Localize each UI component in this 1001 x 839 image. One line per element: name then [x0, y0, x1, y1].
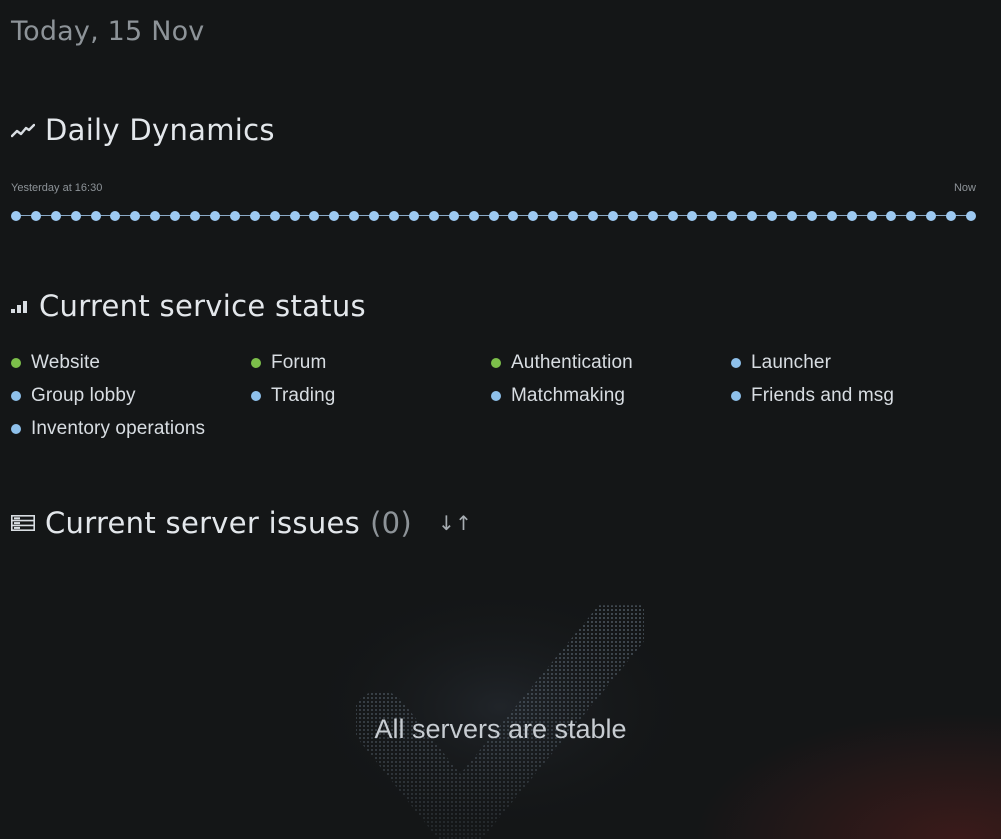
server-issues-title: Current server issues: [45, 506, 361, 540]
service-status-item: Trading: [251, 385, 491, 407]
service-status-item: Group lobby: [11, 385, 251, 407]
timeline-point[interactable]: [966, 211, 976, 221]
timeline-point[interactable]: [428, 211, 439, 221]
all-servers-stable-message: All servers are stable: [374, 714, 627, 744]
timeline-point[interactable]: [707, 211, 718, 221]
service-status-item: Launcher: [731, 352, 971, 374]
timeline-point[interactable]: [946, 211, 957, 221]
server-issues-count: (0): [370, 506, 413, 540]
timeline-point[interactable]: [190, 211, 201, 221]
timeline-point[interactable]: [110, 211, 121, 221]
service-name: Launcher: [751, 352, 832, 373]
timeline-point[interactable]: [90, 211, 101, 221]
timeline-point[interactable]: [389, 211, 400, 221]
server-list-icon: [11, 515, 35, 531]
timeline-point[interactable]: [170, 211, 181, 221]
timeline-point[interactable]: [906, 211, 917, 221]
timeline-point[interactable]: [11, 211, 21, 221]
timeline-point[interactable]: [130, 211, 141, 221]
timeline-point[interactable]: [687, 211, 698, 221]
sort-toggle-button[interactable]: ↓↑: [438, 511, 472, 535]
timeline-point[interactable]: [886, 211, 897, 221]
daily-dynamics-timeline: [11, 207, 976, 225]
timeline-point[interactable]: [568, 211, 579, 221]
status-page: Today, 15 Nov Daily Dynamics Yesterday a…: [0, 0, 1001, 839]
service-status-item: Forum: [251, 352, 491, 374]
service-name: Forum: [271, 352, 327, 373]
service-status-item: Friends and msg: [731, 385, 971, 407]
timeline-point[interactable]: [667, 211, 678, 221]
page-date: Today, 15 Nov: [11, 16, 205, 47]
timeline-labels: Yesterday at 16:30 Now: [11, 182, 976, 194]
service-status-item: Matchmaking: [491, 385, 731, 407]
service-status-item: Inventory operations: [11, 418, 251, 440]
service-name: Inventory operations: [31, 418, 206, 439]
timeline-point[interactable]: [50, 211, 61, 221]
timeline-point[interactable]: [468, 211, 479, 221]
timeline-point[interactable]: [727, 211, 738, 221]
timeline-point[interactable]: [587, 211, 598, 221]
timeline-point[interactable]: [926, 211, 937, 221]
timeline-point[interactable]: [786, 211, 797, 221]
timeline-point[interactable]: [826, 211, 837, 221]
timeline-point[interactable]: [229, 211, 240, 221]
status-indicator-dot: [731, 358, 741, 368]
service-name: Friends and msg: [751, 385, 895, 406]
timeline-point[interactable]: [209, 211, 220, 221]
service-name: Matchmaking: [511, 385, 626, 406]
timeline-point[interactable]: [249, 211, 260, 221]
server-issues-heading: Current server issues (0) ↓↑: [11, 506, 472, 540]
timeline-point[interactable]: [548, 211, 559, 221]
status-indicator-dot: [731, 391, 741, 401]
timeline-end-label: Now: [953, 182, 976, 194]
daily-dynamics-title: Daily Dynamics: [45, 113, 275, 147]
timeline-point[interactable]: [866, 211, 877, 221]
timeline-point[interactable]: [508, 211, 519, 221]
trend-line-icon: [11, 122, 35, 138]
timeline-point[interactable]: [408, 211, 419, 221]
timeline-point[interactable]: [448, 211, 459, 221]
timeline-point[interactable]: [607, 211, 618, 221]
status-indicator-dot: [491, 391, 501, 401]
service-name: Authentication: [511, 352, 633, 373]
timeline-point[interactable]: [767, 211, 778, 221]
timeline-point[interactable]: [70, 211, 81, 221]
service-name: Trading: [271, 385, 336, 406]
timeline-point[interactable]: [329, 211, 340, 221]
status-indicator-dot: [251, 391, 261, 401]
server-issues-empty-state: All servers are stable: [0, 590, 1001, 839]
timeline-point[interactable]: [627, 211, 638, 221]
timeline-point[interactable]: [309, 211, 320, 221]
timeline-start-label: Yesterday at 16:30: [11, 182, 103, 194]
status-indicator-dot: [251, 358, 261, 368]
timeline-point[interactable]: [647, 211, 658, 221]
daily-dynamics-heading: Daily Dynamics: [11, 113, 275, 147]
service-status-item: Website: [11, 352, 251, 374]
service-status-item: Authentication: [491, 352, 731, 374]
service-status-title: Current service status: [39, 289, 366, 323]
timeline-point[interactable]: [846, 211, 857, 221]
timeline-point[interactable]: [806, 211, 817, 221]
status-indicator-dot: [491, 358, 501, 368]
status-indicator-dot: [11, 424, 21, 434]
timeline-point[interactable]: [369, 211, 380, 221]
timeline-point[interactable]: [349, 211, 360, 221]
service-status-heading: Current service status: [11, 289, 366, 323]
timeline-point[interactable]: [269, 211, 280, 221]
signal-bars-icon: [11, 298, 29, 314]
service-name: Group lobby: [31, 385, 136, 406]
timeline-point[interactable]: [488, 211, 499, 221]
timeline-point[interactable]: [747, 211, 758, 221]
status-indicator-dot: [11, 391, 21, 401]
status-indicator-dot: [11, 358, 21, 368]
service-name: Website: [31, 352, 100, 373]
timeline-point[interactable]: [150, 211, 161, 221]
timeline-point[interactable]: [528, 211, 539, 221]
service-status-list: Website Forum Authentication Launcher Group …: [11, 352, 991, 440]
timeline-point[interactable]: [289, 211, 300, 221]
timeline-point[interactable]: [30, 211, 41, 221]
